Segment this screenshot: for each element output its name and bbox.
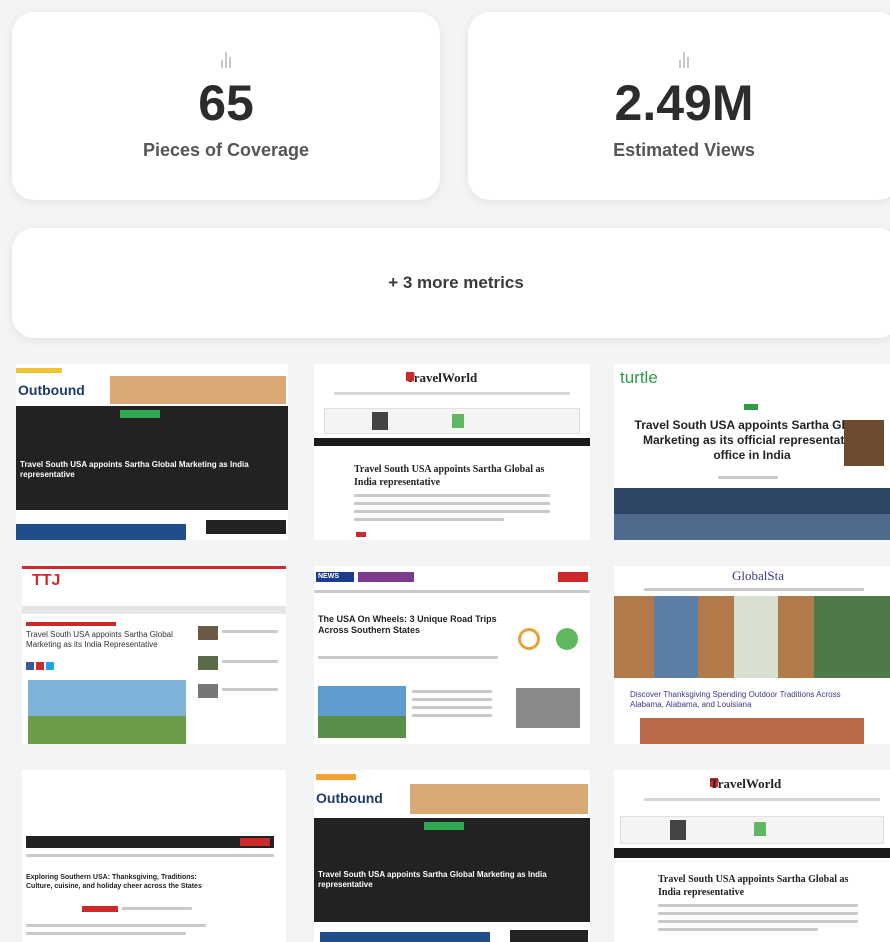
thumbnail-headline: The USA On Wheels: 3 Unique Road Trips A… bbox=[318, 614, 497, 636]
thumbnail-headline: Discover Thanksgiving Spending Outdoor T… bbox=[630, 690, 841, 709]
coverage-thumbnail[interactable]: turtle Travel South USA appoints Sartha … bbox=[614, 364, 890, 540]
metric-card-views: 2.49M Estimated Views bbox=[468, 12, 890, 200]
coverage-thumbnail[interactable]: NEWS The USA On Wheels: 3 Unique Road Tr… bbox=[314, 566, 590, 744]
metric-value: 2.49M bbox=[614, 74, 754, 131]
thumbnail-headline: Travel South USA appoints Sartha Global … bbox=[658, 874, 849, 898]
more-metrics-button[interactable]: + 3 more metrics bbox=[12, 228, 890, 338]
thumbnail-headline: Exploring Southern USA: Thanksgiving, Tr… bbox=[26, 874, 202, 890]
outlet-logo: turtle bbox=[620, 368, 658, 387]
metric-label: Estimated Views bbox=[613, 139, 755, 160]
metric-value: 65 bbox=[198, 74, 254, 131]
coverage-thumbnail[interactable]: Outbound Travel South USA appoints Sarth… bbox=[314, 770, 590, 942]
thumbnail-headline: Travel South USA appoints Sartha Global … bbox=[26, 630, 173, 649]
outlet-logo: NEWS bbox=[318, 573, 339, 580]
bar-chart-icon bbox=[221, 51, 231, 68]
outlet-logo: Outbound bbox=[316, 790, 383, 806]
outlet-logo: TravelWorld bbox=[710, 776, 782, 791]
thumbnail-headline: Travel South USA appoints Sartha Global … bbox=[354, 464, 545, 488]
thumbnail-headline: Travel South USA appoints Sartha Global … bbox=[634, 418, 870, 462]
thumbnail-headline: Travel South USA appoints Sartha Global … bbox=[20, 460, 249, 479]
metric-card-coverage: 65 Pieces of Coverage bbox=[12, 12, 440, 200]
outlet-logo: Outbound bbox=[18, 382, 85, 398]
outlet-logo: TTJ bbox=[32, 572, 61, 589]
coverage-thumbnail[interactable]: TravelWorld Travel South USA appoints Sa… bbox=[614, 770, 890, 942]
coverage-thumbnail[interactable]: TTJ Travel South USA appoints Sartha Glo… bbox=[22, 566, 286, 744]
outlet-logo: TravelWorld bbox=[406, 370, 478, 385]
thumbnail-headline: Travel South USA appoints Sartha Global … bbox=[318, 870, 547, 889]
more-metrics-label: + 3 more metrics bbox=[388, 273, 524, 292]
outlet-logo: GlobalSta bbox=[732, 568, 784, 583]
metric-label: Pieces of Coverage bbox=[142, 139, 310, 160]
coverage-thumbnail[interactable]: GlobalSta Discover Thanksgiving Spending… bbox=[614, 566, 890, 744]
coverage-thumbnail[interactable]: Exploring Southern USA: Thanksgiving, Tr… bbox=[22, 770, 286, 942]
outlet-logo bbox=[26, 836, 274, 848]
coverage-thumbnail[interactable]: Outbound Travel South USA appoints Sarth… bbox=[16, 364, 288, 540]
coverage-thumbnail[interactable]: TravelWorld Travel South USA appoints Sa… bbox=[314, 364, 590, 540]
bar-chart-icon bbox=[679, 51, 689, 68]
